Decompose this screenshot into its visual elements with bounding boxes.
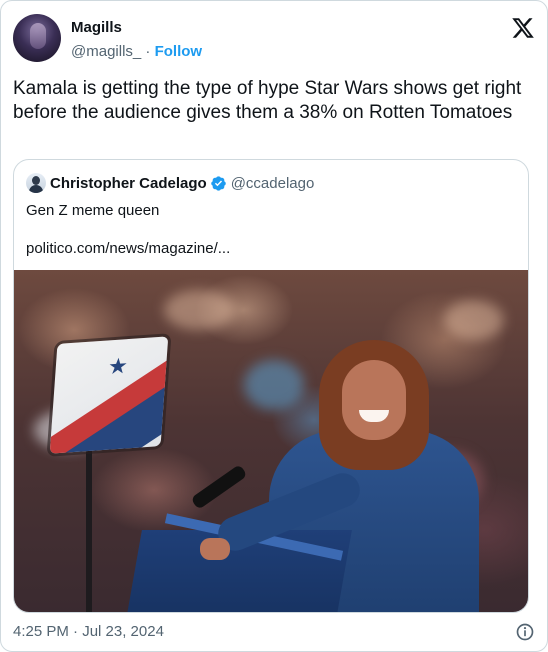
- tweet-timestamp[interactable]: 4:25 PM · Jul 23, 2024: [13, 623, 164, 640]
- verified-badge-icon: [210, 175, 226, 191]
- quoted-author-name[interactable]: Christopher Cadelago: [50, 175, 207, 192]
- quoted-tweet-photo[interactable]: ★: [14, 270, 528, 612]
- teleprompter-glass: ★: [49, 336, 169, 454]
- follow-button[interactable]: Follow: [155, 43, 203, 60]
- author-handle[interactable]: @magills_: [71, 43, 141, 60]
- microphone: [190, 464, 248, 510]
- info-icon[interactable]: [515, 622, 535, 642]
- quoted-tweet-link[interactable]: politico.com/news/magazine/...: [26, 240, 230, 257]
- quoted-author-avatar[interactable]: [26, 173, 46, 193]
- quoted-tweet-header: Christopher Cadelago @ccadelago: [26, 173, 516, 195]
- tweet-header: Magills @magills_ · Follow: [13, 14, 535, 64]
- tweet-text: Kamala is getting the type of hype Star …: [13, 78, 522, 123]
- speaker-hand: [200, 538, 230, 560]
- author-avatar[interactable]: [13, 14, 61, 62]
- quoted-tweet[interactable]: Christopher Cadelago @ccadelago Gen Z me…: [13, 159, 529, 613]
- separator-dot: ·: [145, 43, 151, 60]
- speaker-face: [342, 360, 406, 440]
- tweet-card: Magills @magills_ · Follow Kamala is get…: [0, 0, 548, 652]
- author-name[interactable]: Magills: [71, 19, 122, 36]
- teleprompter-pole: [86, 442, 92, 612]
- author-handle-row: @magills_ · Follow: [71, 43, 202, 60]
- quoted-author-handle[interactable]: @ccadelago: [231, 175, 315, 192]
- quoted-tweet-text: Gen Z meme queen: [26, 202, 160, 219]
- x-logo-icon[interactable]: [511, 16, 535, 40]
